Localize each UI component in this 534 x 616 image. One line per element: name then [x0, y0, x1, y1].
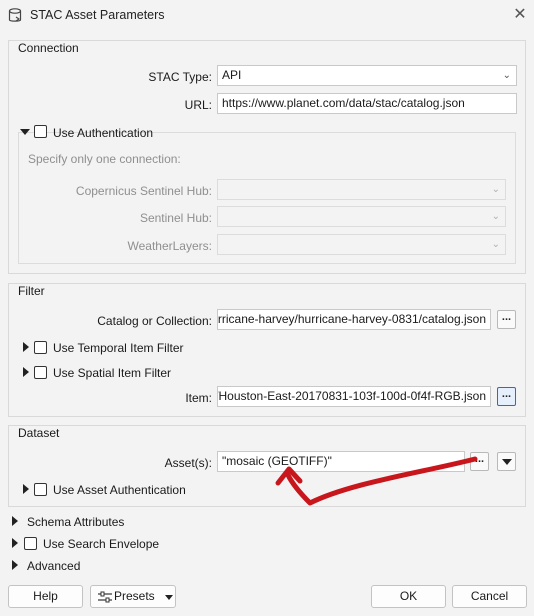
connection-group-label: Connection — [18, 41, 79, 55]
presets-button[interactable]: Presets — [90, 585, 176, 608]
chevron-down-icon: ⌄ — [502, 70, 511, 81]
temporal-filter-label: Use Temporal Item Filter — [53, 341, 184, 355]
catalog-label: Catalog or Collection: — [97, 314, 212, 328]
item-value: /Houston-East-20170831-103f-100d-0f4f-RG… — [217, 389, 486, 403]
weatherlayers-select: ⌄ — [217, 234, 506, 255]
help-button[interactable]: Help — [8, 585, 83, 608]
stac-type-select[interactable]: API ⌄ — [217, 65, 517, 86]
item-browse-button[interactable]: ... — [497, 387, 516, 406]
search-envelope-label: Use Search Envelope — [43, 537, 160, 551]
collapse-triangle-icon[interactable] — [20, 129, 30, 135]
expand-triangle-icon[interactable] — [23, 342, 29, 352]
chevron-down-icon — [165, 595, 173, 600]
filter-group-label: Filter — [18, 284, 45, 298]
stac-type-label: STAC Type: — [148, 70, 212, 84]
copernicus-select: ⌄ — [217, 179, 506, 200]
asset-auth-label: Use Asset Authentication — [53, 483, 186, 497]
item-label: Item: — [185, 391, 212, 405]
connection-hint: Specify only one connection: — [28, 152, 181, 166]
asset-auth-checkbox[interactable] — [34, 483, 47, 496]
stac-type-value: API — [222, 68, 242, 82]
url-field[interactable]: https://www.planet.com/data/stac/catalog… — [217, 93, 517, 114]
expand-triangle-icon[interactable] — [23, 367, 29, 377]
chevron-down-icon: ⌄ — [491, 211, 500, 222]
url-label: URL: — [184, 98, 212, 112]
window-title: STAC Asset Parameters — [30, 8, 165, 22]
schema-attributes-section[interactable]: Schema Attributes — [27, 515, 124, 529]
temporal-filter-checkbox[interactable] — [34, 341, 47, 354]
dropdown-arrow-icon — [501, 459, 512, 465]
spatial-filter-checkbox[interactable] — [34, 366, 47, 379]
expand-triangle-icon[interactable] — [12, 516, 18, 526]
catalog-browse-button[interactable]: ... — [497, 310, 516, 329]
copernicus-label: Copernicus Sentinel Hub: — [75, 184, 212, 198]
expand-triangle-icon[interactable] — [12, 560, 18, 570]
sentinel-select: ⌄ — [217, 206, 506, 227]
weatherlayers-label: WeatherLayers: — [127, 239, 213, 253]
use-authentication-checkbox[interactable] — [34, 125, 47, 138]
assets-menu-button[interactable] — [497, 452, 516, 471]
annotation-arrow — [275, 456, 478, 506]
expand-triangle-icon[interactable] — [12, 538, 18, 548]
catalog-field[interactable]: rricane-harvey/hurricane-harvey-0831/cat… — [217, 309, 491, 330]
sliders-icon — [98, 591, 112, 603]
close-icon[interactable]: ✕ — [510, 5, 530, 25]
search-envelope-checkbox[interactable] — [24, 537, 37, 550]
chevron-down-icon: ⌄ — [491, 239, 500, 250]
use-authentication-label: Use Authentication — [53, 126, 154, 140]
presets-label: Presets — [114, 589, 155, 603]
database-icon — [8, 8, 22, 22]
dataset-group-label: Dataset — [18, 426, 60, 440]
item-field[interactable]: /Houston-East-20170831-103f-100d-0f4f-RG… — [217, 386, 491, 407]
cancel-button[interactable]: Cancel — [452, 585, 527, 608]
ok-button[interactable]: OK — [371, 585, 446, 608]
spatial-filter-label: Use Spatial Item Filter — [53, 366, 172, 380]
advanced-section[interactable]: Advanced — [27, 559, 80, 573]
catalog-value: rricane-harvey/hurricane-harvey-0831/cat… — [217, 312, 486, 326]
assets-label: Asset(s): — [164, 456, 212, 470]
chevron-down-icon: ⌄ — [491, 184, 500, 195]
sentinel-label: Sentinel Hub: — [139, 211, 212, 225]
expand-triangle-icon[interactable] — [23, 484, 29, 494]
